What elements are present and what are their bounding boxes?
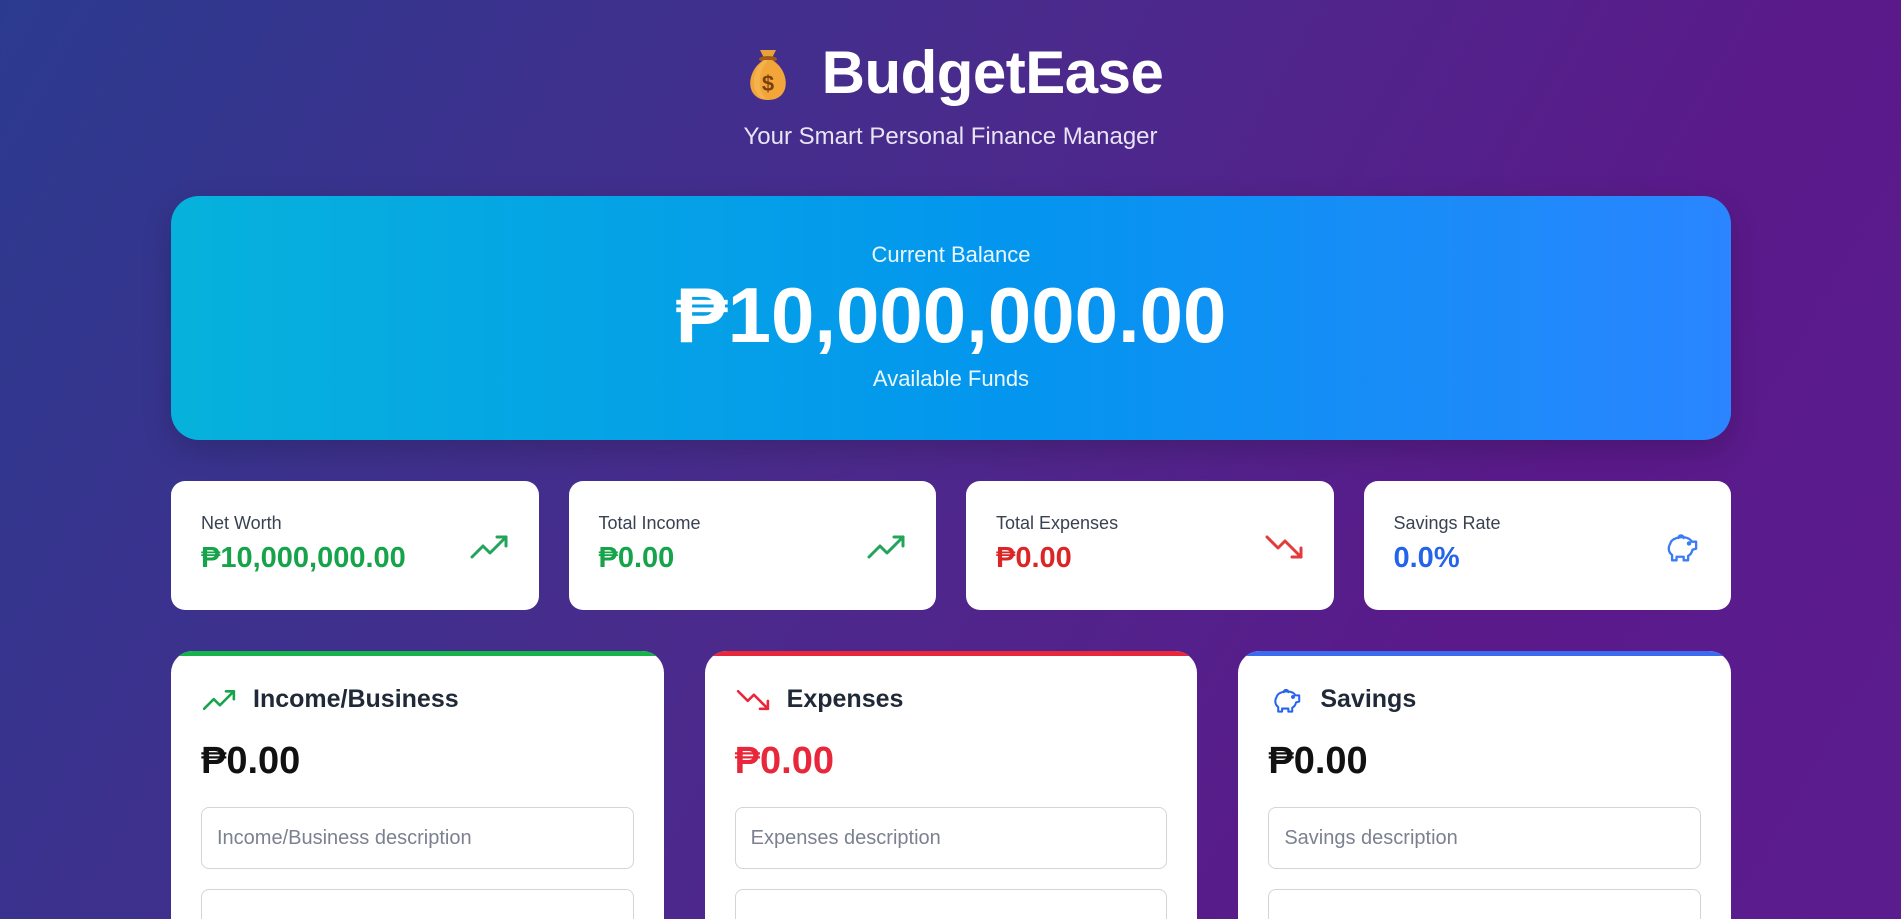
expenses-amount-input[interactable]	[734, 889, 1168, 919]
trending-down-icon	[736, 689, 769, 710]
stat-label: Savings Rate	[1393, 513, 1501, 533]
stat-card-total-income: Total Income ₱0.00	[568, 481, 936, 610]
money-bag-icon: $	[749, 49, 786, 100]
brand: $ BudgetEase	[738, 38, 1164, 107]
svg-text:$: $	[761, 71, 773, 96]
savings-panel: Savings ₱0.00	[1238, 651, 1732, 919]
panel-title: Income/Business	[253, 685, 459, 713]
stat-card-net-worth: Net Worth ₱10,000,000.00	[171, 481, 539, 610]
panel-title: Expenses	[786, 685, 904, 713]
savings-description-input[interactable]	[1268, 807, 1702, 869]
stats-row: Net Worth ₱10,000,000.00 Total Income ₱0…	[171, 481, 1731, 610]
expenses-panel: Expenses ₱0.00	[704, 651, 1198, 919]
stat-label: Net Worth	[201, 513, 282, 533]
panel-amount: ₱0.00	[734, 740, 834, 782]
income-description-input[interactable]	[201, 807, 634, 869]
app-subtitle: Your Smart Personal Finance Manager	[743, 122, 1158, 150]
balance-caption: Available Funds	[872, 366, 1030, 391]
stat-card-savings-rate: Savings Rate 0.0%	[1363, 481, 1731, 610]
panel-amount: ₱0.00	[201, 740, 301, 782]
trending-down-icon	[1265, 535, 1302, 559]
panel-title: Savings	[1320, 685, 1417, 713]
stat-value: ₱10,000,000.00	[201, 542, 406, 574]
panel-amount: ₱0.00	[1268, 740, 1368, 782]
savings-amount-input[interactable]	[1268, 889, 1702, 919]
trending-up-icon	[202, 689, 236, 710]
expenses-description-input[interactable]	[734, 807, 1168, 869]
balance-amount: ₱10,000,000.00	[675, 271, 1227, 359]
stat-label: Total Income	[598, 513, 701, 533]
trending-up-icon	[867, 535, 905, 559]
trending-up-icon	[470, 535, 507, 559]
stat-value: ₱0.00	[996, 542, 1072, 574]
balance-card: Current Balance ₱10,000,000.00 Available…	[171, 196, 1731, 440]
income-panel: Income/Business ₱0.00	[171, 651, 664, 919]
stat-value: ₱0.00	[598, 542, 675, 574]
stat-value: 0.0%	[1393, 542, 1460, 574]
income-amount-input[interactable]	[201, 889, 634, 919]
balance-label: Current Balance	[871, 242, 1031, 267]
app-header: $ BudgetEase Your Smart Personal Finance…	[0, 38, 1901, 151]
app-title: BudgetEase	[821, 39, 1164, 106]
piggy-bank-icon	[1667, 534, 1698, 562]
stat-card-total-expenses: Total Expenses ₱0.00	[966, 481, 1334, 610]
piggy-bank-icon	[1274, 688, 1301, 713]
stat-label: Total Expenses	[996, 513, 1119, 533]
category-panels: Income/Business ₱0.00 Expenses ₱0.00 Sav…	[171, 651, 1732, 919]
